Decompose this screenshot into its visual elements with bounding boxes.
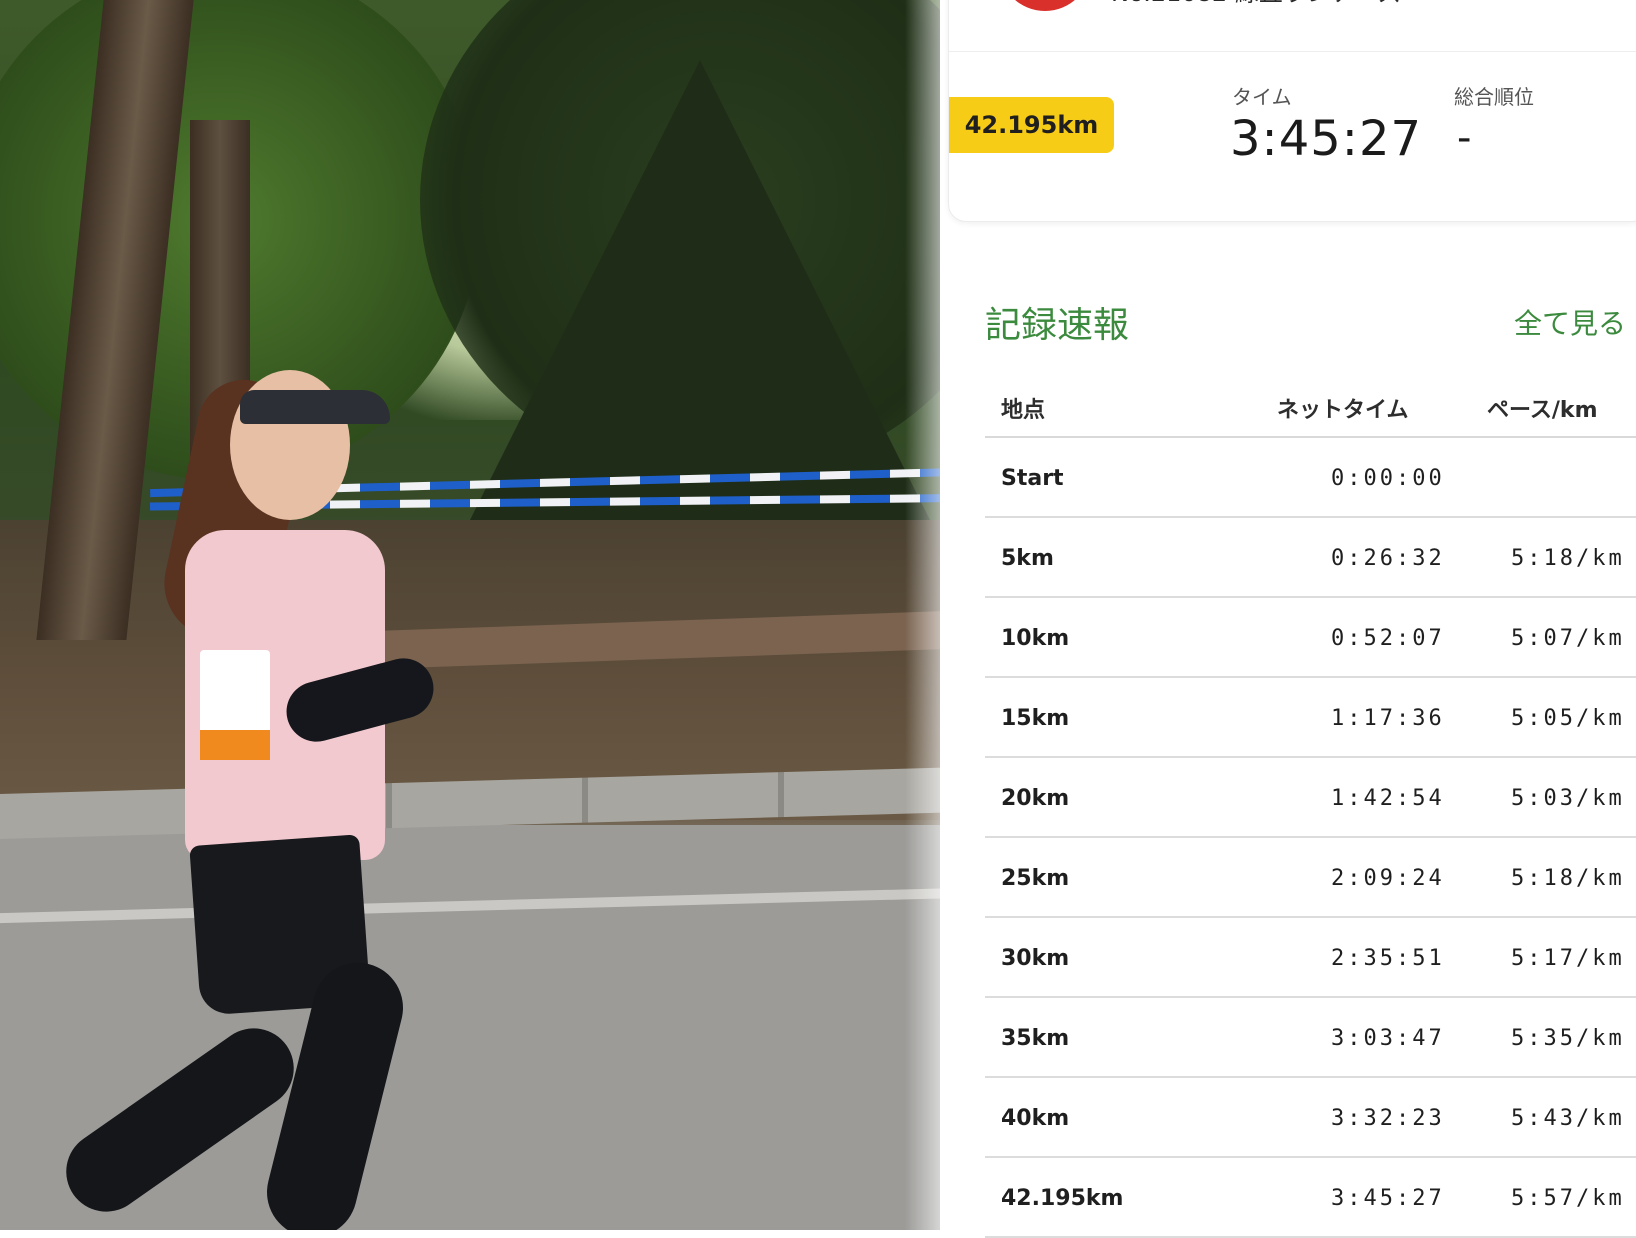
overall-rank-value: -	[1457, 115, 1472, 161]
split-point: 35km	[1001, 1026, 1070, 1051]
split-pace: 5:43/km	[1511, 1106, 1625, 1131]
split-point: 20km	[1001, 786, 1070, 811]
split-point: Start	[1001, 466, 1064, 491]
split-pace: 5:57/km	[1511, 1186, 1625, 1211]
split-point: 40km	[1001, 1106, 1070, 1131]
split-net-time: 3:03:47	[1331, 1026, 1445, 1051]
race-logo: 支	[999, 0, 1091, 11]
table-row: 42.195km 3:45:27 5:57/km	[985, 1158, 1636, 1238]
splits-table-header: 地点 ネットタイム ペース/km	[985, 370, 1636, 438]
time-label: タイム	[1232, 85, 1292, 109]
split-net-time: 3:45:27	[1331, 1186, 1445, 1211]
splits-table: 地点 ネットタイム ペース/km Start 0:00:00 5km 0:26:…	[985, 370, 1636, 1238]
split-net-time: 1:17:36	[1331, 706, 1445, 731]
runner-figure	[50, 360, 470, 1230]
view-all-link[interactable]: 全て見る	[1514, 302, 1626, 342]
split-point: 5km	[1001, 546, 1054, 571]
column-header-pace: ペース/km	[1487, 398, 1598, 423]
finish-time: 3:45:27	[1230, 111, 1423, 167]
column-header-point: 地点	[1001, 398, 1046, 423]
table-row: 35km 3:03:47 5:35/km	[985, 998, 1636, 1078]
splits-section-title: 記録速報	[985, 305, 1130, 346]
split-pace: 5:18/km	[1511, 546, 1625, 571]
split-pace: 5:07/km	[1511, 626, 1625, 651]
split-net-time: 0:52:07	[1331, 626, 1445, 651]
split-point: 10km	[1001, 626, 1070, 651]
split-net-time: 0:26:32	[1331, 546, 1445, 571]
table-row: 15km 1:17:36 5:05/km	[985, 678, 1636, 758]
table-row: 20km 1:42:54 5:03/km	[985, 758, 1636, 838]
card-divider	[949, 51, 1636, 52]
split-net-time: 2:09:24	[1331, 866, 1445, 891]
split-point: 30km	[1001, 946, 1070, 971]
split-pace: 5:18/km	[1511, 866, 1625, 891]
table-row: Start 0:00:00	[985, 438, 1636, 518]
bib-number-team: No.21082 緑丘ランナーズ	[1111, 0, 1402, 8]
runner-visor	[240, 390, 390, 424]
table-row: 40km 3:32:23 5:43/km	[985, 1078, 1636, 1158]
split-net-time: 0:00:00	[1331, 466, 1445, 491]
split-pace: 5:05/km	[1511, 706, 1625, 731]
results-panel: 支 No.21082 緑丘ランナーズ 42.195km タイム 3:45:27 …	[940, 0, 1636, 1238]
split-point: 42.195km	[1001, 1186, 1124, 1211]
split-point: 25km	[1001, 866, 1070, 891]
photo-conifer-tree	[470, 60, 930, 520]
column-header-net-time: ネットタイム	[1277, 398, 1409, 423]
split-pace: 5:03/km	[1511, 786, 1625, 811]
runner-bib	[200, 650, 270, 760]
split-net-time: 3:32:23	[1331, 1106, 1445, 1131]
runner-summary-card: 支 No.21082 緑丘ランナーズ 42.195km タイム 3:45:27 …	[948, 0, 1636, 222]
table-row: 5km 0:26:32 5:18/km	[985, 518, 1636, 598]
split-point: 15km	[1001, 706, 1070, 731]
split-net-time: 2:35:51	[1331, 946, 1445, 971]
table-row: 25km 2:09:24 5:18/km	[985, 838, 1636, 918]
table-row: 30km 2:35:51 5:17/km	[985, 918, 1636, 998]
split-pace: 5:17/km	[1511, 946, 1625, 971]
runner-photo	[0, 0, 1000, 1230]
split-pace: 5:35/km	[1511, 1026, 1625, 1051]
table-row: 10km 0:52:07 5:07/km	[985, 598, 1636, 678]
overall-rank-label: 総合順位	[1454, 85, 1534, 109]
distance-badge: 42.195km	[949, 97, 1114, 153]
split-net-time: 1:42:54	[1331, 786, 1445, 811]
